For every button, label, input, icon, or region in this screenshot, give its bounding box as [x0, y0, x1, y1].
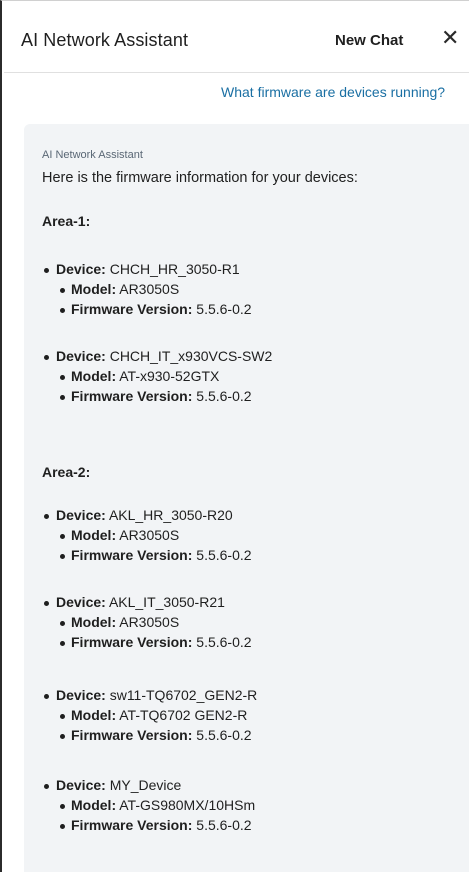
device-label: Device:	[56, 594, 106, 610]
firmware-line: Firmware Version: 5.5.6-0.2	[42, 634, 462, 654]
device-entry: Device: MY_Device Model: AT-GS980MX/10HS…	[42, 777, 462, 837]
bullet-icon	[60, 308, 65, 313]
firmware-line: Firmware Version: 5.5.6-0.2	[42, 727, 462, 747]
model-label: Model:	[71, 281, 117, 297]
bullet-icon	[60, 621, 65, 626]
model-value: AT-GS980MX/10HSm	[119, 797, 256, 813]
firmware-label: Firmware Version:	[71, 634, 193, 650]
model-label: Model:	[71, 368, 117, 384]
device-name: CHCH_HR_3050-R1	[109, 261, 240, 277]
device-entry: Device: sw11-TQ6702_GEN2-R Model: AT-TQ6…	[42, 687, 462, 747]
device-line: Device: sw11-TQ6702_GEN2-R	[42, 687, 462, 707]
bullet-icon	[60, 714, 65, 719]
bullet-icon	[44, 694, 49, 699]
device-entry: Device: CHCH_HR_3050-R1 Model: AR3050S F…	[42, 261, 462, 321]
new-chat-button[interactable]: New Chat	[335, 32, 403, 49]
panel-header: AI Network Assistant New Chat ✕	[4, 1, 469, 73]
area-heading: Area-2:	[42, 464, 91, 480]
model-line: Model: AR3050S	[42, 527, 462, 547]
firmware-label: Firmware Version:	[71, 817, 193, 833]
model-line: Model: AT-TQ6702 GEN2-R	[42, 707, 462, 727]
device-entry: Device: AKL_HR_3050-R20 Model: AR3050S F…	[42, 507, 462, 567]
bullet-icon	[60, 824, 65, 829]
firmware-label: Firmware Version:	[71, 727, 193, 743]
bullet-icon	[44, 355, 49, 360]
bullet-icon	[60, 395, 65, 400]
firmware-label: Firmware Version:	[71, 388, 193, 404]
model-line: Model: AT-x930-52GTX	[42, 368, 462, 388]
model-value: AT-TQ6702 GEN2-R	[119, 707, 248, 723]
device-name: CHCH_IT_x930VCS-SW2	[109, 348, 273, 364]
model-label: Model:	[71, 614, 117, 630]
assistant-panel: AI Network Assistant New Chat ✕ What fir…	[0, 0, 469, 872]
model-value: AR3050S	[119, 527, 180, 543]
model-value: AR3050S	[119, 614, 180, 630]
firmware-line: Firmware Version: 5.5.6-0.2	[42, 547, 462, 567]
firmware-line: Firmware Version: 5.5.6-0.2	[42, 301, 462, 321]
firmware-line: Firmware Version: 5.5.6-0.2	[42, 388, 462, 408]
assistant-reply: AI Network Assistant Here is the firmwar…	[24, 124, 469, 872]
bullet-icon	[60, 641, 65, 646]
bullet-icon	[60, 534, 65, 539]
device-line: Device: MY_Device	[42, 777, 462, 797]
device-name: AKL_IT_3050-R21	[108, 594, 225, 610]
device-line: Device: CHCH_IT_x930VCS-SW2	[42, 348, 462, 368]
device-line: Device: CHCH_HR_3050-R1	[42, 261, 462, 281]
bullet-icon	[44, 514, 49, 519]
reply-sender: AI Network Assistant	[42, 149, 143, 161]
user-message: What firmware are devices running?	[221, 84, 446, 100]
device-entry: Device: AKL_IT_3050-R21 Model: AR3050S F…	[42, 594, 462, 654]
firmware-value: 5.5.6-0.2	[196, 817, 252, 833]
model-label: Model:	[71, 797, 117, 813]
close-icon[interactable]: ✕	[441, 28, 459, 50]
device-label: Device:	[56, 348, 106, 364]
panel-title: AI Network Assistant	[21, 30, 189, 50]
bullet-icon	[60, 375, 65, 380]
device-name: MY_Device	[109, 777, 182, 793]
area-heading: Area-1:	[42, 213, 91, 229]
bullet-icon	[60, 554, 65, 559]
device-entry: Device: CHCH_IT_x930VCS-SW2 Model: AT-x9…	[42, 348, 462, 408]
firmware-value: 5.5.6-0.2	[196, 547, 252, 563]
device-label: Device:	[56, 777, 106, 793]
firmware-value: 5.5.6-0.2	[196, 301, 252, 317]
bullet-icon	[44, 601, 49, 606]
firmware-label: Firmware Version:	[71, 547, 193, 563]
model-value: AT-x930-52GTX	[119, 368, 220, 384]
model-label: Model:	[71, 527, 117, 543]
device-label: Device:	[56, 687, 106, 703]
model-value: AR3050S	[119, 281, 180, 297]
firmware-line: Firmware Version: 5.5.6-0.2	[42, 817, 462, 837]
device-name: AKL_HR_3050-R20	[108, 507, 233, 523]
bullet-icon	[60, 734, 65, 739]
device-label: Device:	[56, 261, 106, 277]
device-label: Device:	[56, 507, 106, 523]
model-line: Model: AR3050S	[42, 281, 462, 301]
model-label: Model:	[71, 707, 117, 723]
device-line: Device: AKL_IT_3050-R21	[42, 594, 462, 614]
bullet-icon	[44, 268, 49, 273]
model-line: Model: AR3050S	[42, 614, 462, 634]
bullet-icon	[44, 784, 49, 789]
firmware-value: 5.5.6-0.2	[196, 634, 252, 650]
bullet-icon	[60, 804, 65, 809]
bullet-icon	[60, 288, 65, 293]
firmware-value: 5.5.6-0.2	[196, 727, 252, 743]
model-line: Model: AT-GS980MX/10HSm	[42, 797, 462, 817]
firmware-value: 5.5.6-0.2	[196, 388, 252, 404]
device-name: sw11-TQ6702_GEN2-R	[109, 687, 258, 703]
device-line: Device: AKL_HR_3050-R20	[42, 507, 462, 527]
reply-intro: Here is the firmware information for you…	[42, 170, 358, 186]
firmware-label: Firmware Version:	[71, 301, 193, 317]
